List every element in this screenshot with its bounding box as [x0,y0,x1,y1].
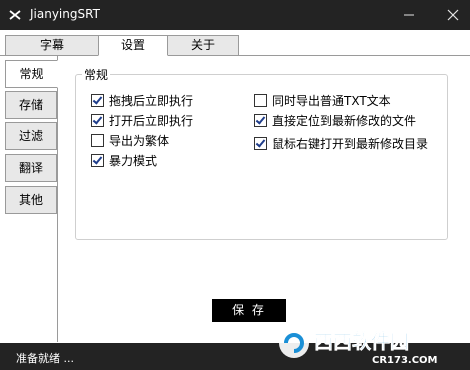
close-button[interactable] [436,0,470,30]
option-locate-latest-file[interactable]: 直接定位到最新修改的文件 [254,112,416,128]
minimize-icon [404,14,414,16]
option-export-txt[interactable]: 同时导出普通TXT文本 [254,92,391,108]
option-label: 拖拽后立即执行 [109,93,194,108]
general-group-title: 常规 [82,66,111,83]
tab-settings[interactable]: 设置 [98,35,168,56]
tab-subtitles[interactable]: 字幕 [5,35,99,56]
option-label: 导出为繁体 [109,133,170,148]
side-tab-general[interactable]: 常规 [5,60,58,88]
site-watermark: 西西软件园 CR173.COM [279,328,438,366]
watermark-text-cn: 西西软件园 [314,330,409,353]
side-tab-border [57,56,58,342]
status-text: 准备就绪 ... [16,352,74,365]
window-title: JianyingSRT [30,7,100,21]
checkbox-run-after-open[interactable] [91,113,104,127]
tab-about[interactable]: 关于 [167,35,239,56]
option-label: 鼠标右键打开到最新修改目录 [272,136,429,151]
option-label: 直接定位到最新修改的文件 [272,113,417,128]
option-label: 打开后立即执行 [109,113,194,128]
side-tab-translate[interactable]: 翻译 [5,154,57,182]
app-window: JianyingSRT 字幕 设置 关于 常规 存储 过滤 翻译 其他 常规 拖… [0,0,470,370]
option-export-traditional[interactable]: 导出为繁体 [91,132,169,148]
close-icon [447,9,459,21]
option-run-after-open[interactable]: 打开后立即执行 [91,112,193,128]
app-logo-icon [9,10,21,20]
checkbox-export-txt[interactable] [254,93,267,107]
side-tab-filter[interactable]: 过滤 [5,122,57,150]
option-label: 暴力模式 [109,153,158,168]
title-bar[interactable]: JianyingSRT [0,0,470,30]
side-tab-other[interactable]: 其他 [5,186,57,214]
minimize-button[interactable] [392,0,426,30]
checkbox-export-traditional[interactable] [91,133,104,147]
watermark-text-en: CR173.COM [372,355,438,366]
checkbox-locate-latest-file[interactable] [254,113,267,127]
option-run-after-drag[interactable]: 拖拽后立即执行 [91,92,193,108]
option-brute-mode[interactable]: 暴力模式 [91,152,157,168]
checkbox-rightclick-latest-dir[interactable] [254,136,267,150]
option-rightclick-latest-dir[interactable]: 鼠标右键打开到最新修改目录 [254,135,428,151]
checkbox-run-after-drag[interactable] [91,93,104,107]
side-tab-storage[interactable]: 存储 [5,91,57,119]
save-button[interactable]: 保 存 [212,299,286,322]
option-label: 同时导出普通TXT文本 [272,93,391,108]
checkbox-brute-mode[interactable] [91,153,104,167]
